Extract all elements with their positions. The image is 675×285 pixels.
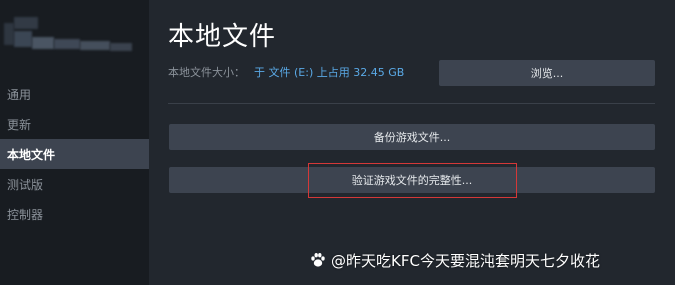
- size-value: 于 文件 (E:) 上占用 32.45 GB: [254, 66, 405, 79]
- sidebar-item-label: 本地文件: [7, 147, 56, 162]
- sidebar-item-label: 通用: [7, 87, 32, 102]
- blurred-game-title: [0, 17, 140, 63]
- watermark-text: @昨天吃KFC今天要混沌套明天七夕收花: [331, 251, 600, 270]
- sidebar-item-label: 测试版: [7, 177, 44, 192]
- paw-icon: [309, 251, 327, 269]
- browse-button[interactable]: 浏览...: [439, 60, 655, 86]
- watermark: @昨天吃KFC今天要混沌套明天七夕收花: [309, 249, 600, 271]
- verify-button-label: 验证游戏文件的完整性...: [351, 174, 473, 187]
- size-label: 本地文件大小：: [168, 66, 245, 79]
- page-title: 本地文件: [168, 22, 277, 52]
- settings-window: 通用 更新 本地文件 测试版 控制器 本地文件 本地文件大小： 于 文件 (E:)…: [0, 0, 675, 285]
- sidebar: 通用 更新 本地文件 测试版 控制器: [0, 0, 149, 285]
- backup-button-label: 备份游戏文件...: [373, 131, 451, 144]
- main-panel: 本地文件 本地文件大小： 于 文件 (E:) 上占用 32.45 GB 浏览...…: [149, 0, 675, 285]
- backup-game-files-button[interactable]: 备份游戏文件...: [169, 124, 655, 150]
- browse-button-label: 浏览...: [530, 67, 564, 80]
- local-files-size-row: 本地文件大小： 于 文件 (E:) 上占用 32.45 GB: [168, 64, 404, 80]
- sidebar-item-label: 控制器: [7, 207, 44, 222]
- sidebar-item-label: 更新: [7, 117, 32, 132]
- sidebar-item-betas[interactable]: 测试版: [0, 169, 149, 199]
- divider: [168, 103, 655, 104]
- sidebar-item-updates[interactable]: 更新: [0, 109, 149, 139]
- sidebar-item-controller[interactable]: 控制器: [0, 199, 149, 229]
- sidebar-item-local-files[interactable]: 本地文件: [0, 139, 149, 169]
- game-header-blurred: [0, 0, 149, 78]
- sidebar-item-general[interactable]: 通用: [0, 79, 149, 109]
- verify-integrity-button[interactable]: 验证游戏文件的完整性...: [169, 167, 655, 193]
